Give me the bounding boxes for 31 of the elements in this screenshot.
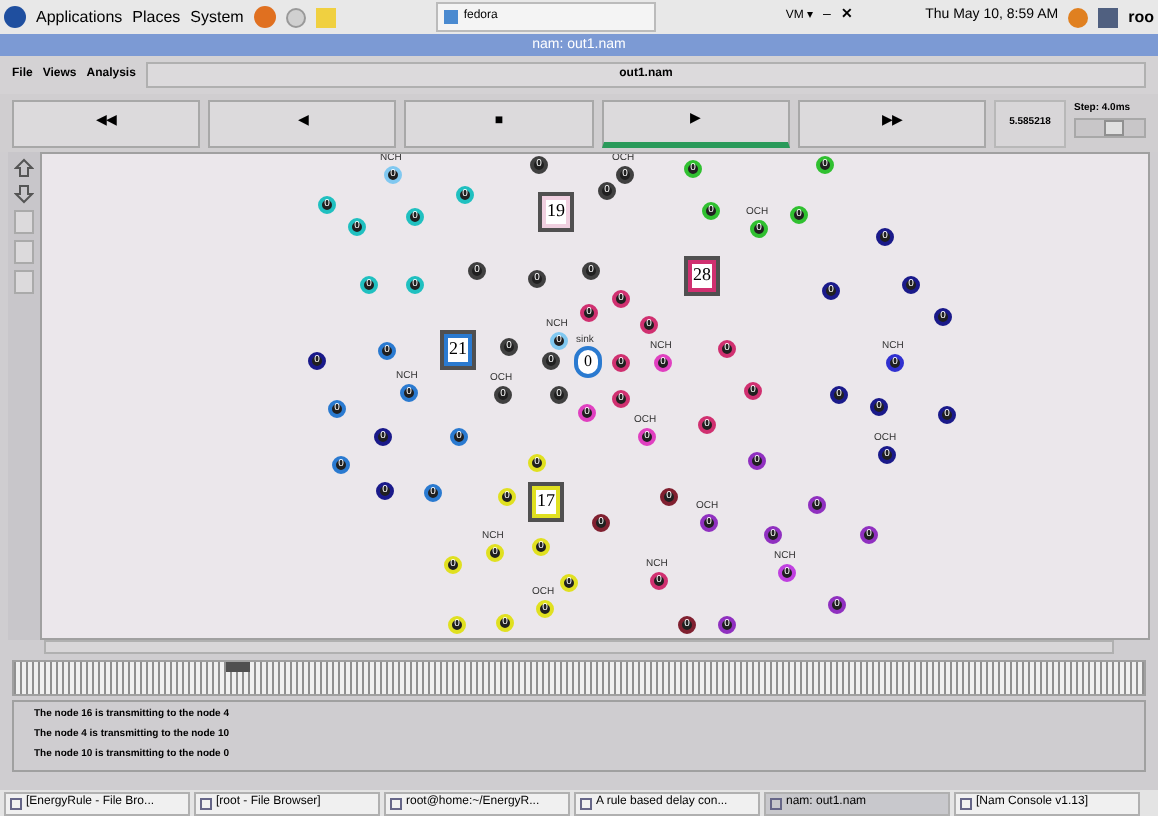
step-slider[interactable] — [1074, 117, 1146, 137]
window-icon — [443, 10, 458, 24]
test-node[interactable]: 28 — [684, 256, 720, 296]
panel-menu[interactable]: Places — [132, 5, 181, 29]
note-icon[interactable] — [315, 7, 336, 27]
toggle-button[interactable] — [14, 240, 34, 264]
window-icon — [200, 797, 212, 809]
browser-icon[interactable] — [253, 6, 276, 28]
panel-menu[interactable]: Applications — [36, 5, 123, 29]
window-icon — [390, 797, 402, 809]
panel-menu[interactable]: System — [190, 5, 244, 29]
user-name[interactable]: roo — [1128, 5, 1154, 29]
test-node[interactable]: 19 — [538, 192, 574, 232]
sink-node[interactable]: 0 — [574, 346, 602, 378]
horizontal-scrollbar[interactable] — [44, 640, 1114, 654]
test-node[interactable]: 17 — [528, 482, 564, 522]
zoom-out-icon[interactable] — [14, 184, 34, 204]
zoom-in-icon[interactable] — [14, 158, 34, 178]
window-icon — [960, 797, 972, 809]
network-icon[interactable] — [1098, 7, 1119, 27]
window-icon — [770, 797, 782, 809]
status-icon[interactable] — [1068, 7, 1089, 27]
system-logo-icon[interactable] — [4, 6, 26, 28]
test-node[interactable]: 21 — [440, 330, 476, 370]
launcher-icon[interactable] — [285, 7, 306, 27]
toggle-button[interactable] — [14, 270, 34, 294]
window-icon — [10, 797, 22, 809]
time-marker[interactable] — [226, 662, 250, 672]
timeline-ruler[interactable] — [12, 660, 1146, 696]
window-icon — [580, 797, 592, 809]
slider-thumb[interactable] — [1104, 119, 1125, 135]
